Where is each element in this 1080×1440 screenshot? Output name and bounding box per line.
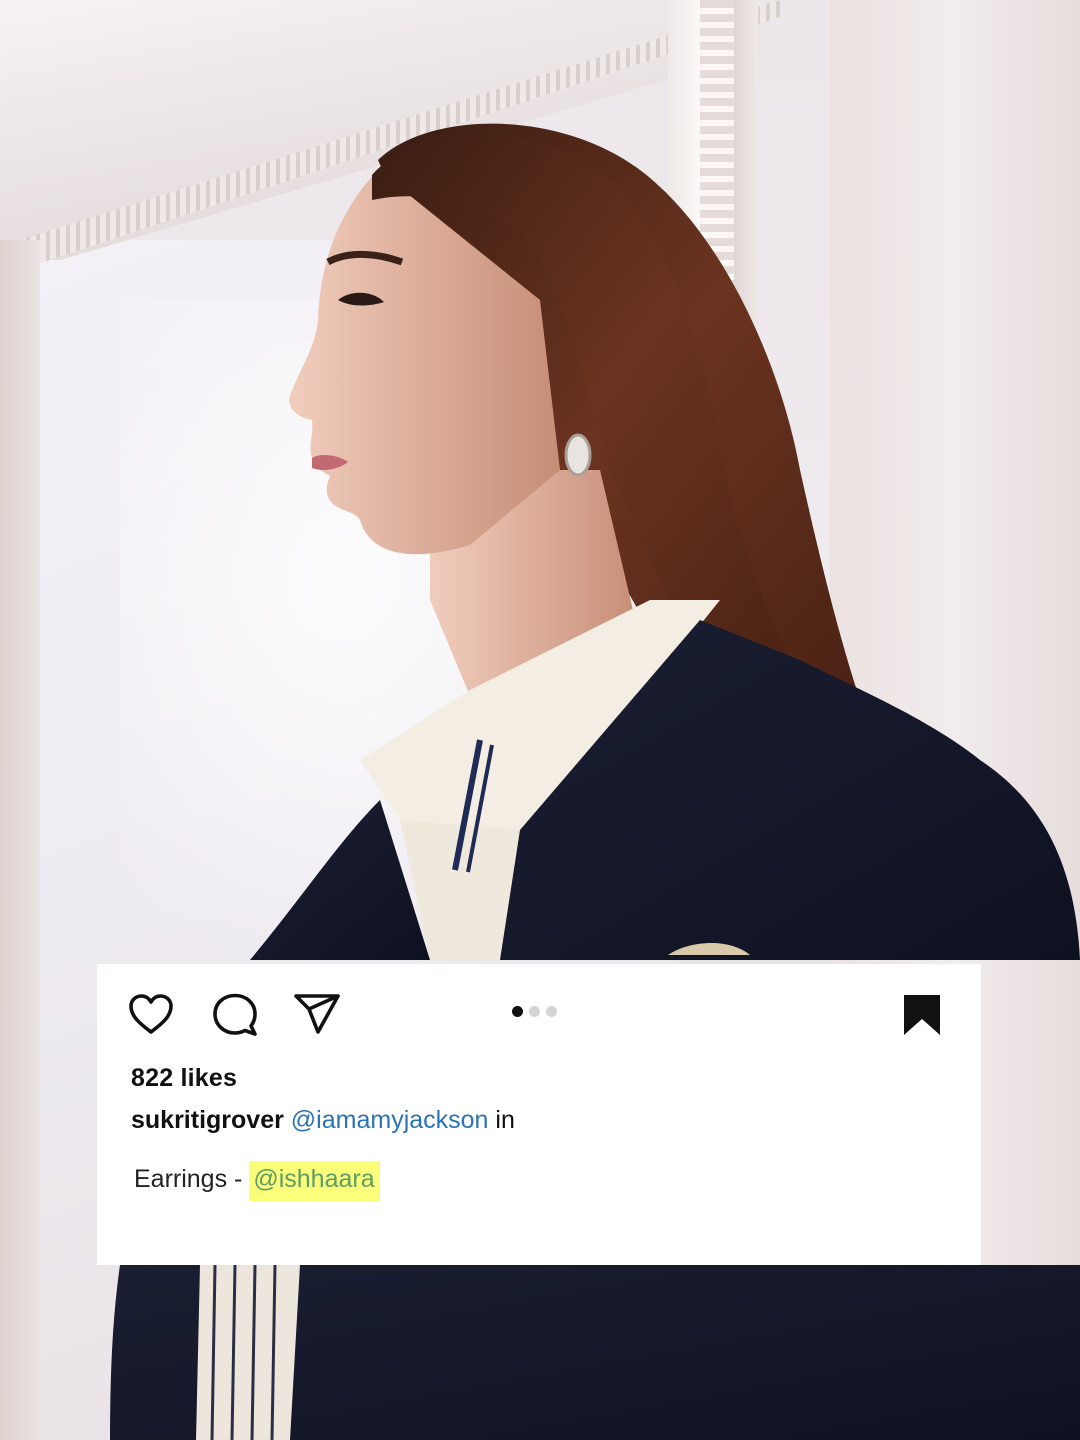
likes-count[interactable]: 822 likes: [131, 1064, 237, 1093]
comment-icon[interactable]: [211, 992, 259, 1038]
earring: [564, 433, 592, 477]
post-caption: sukritigrover @iamamyjackson in: [131, 1106, 515, 1135]
caption-credit-line: Earrings - @ishhaara: [134, 1161, 380, 1201]
send-icon[interactable]: [292, 992, 342, 1036]
caption-text: in: [495, 1106, 515, 1134]
carousel-dot-active: [512, 1005, 523, 1017]
post-username[interactable]: sukritigrover: [131, 1106, 284, 1134]
highlighted-tag-link[interactable]: @ishhaara: [249, 1161, 380, 1201]
carousel-indicator: [512, 1005, 568, 1017]
credit-label: Earrings -: [134, 1165, 243, 1193]
carousel-dot: [546, 1005, 557, 1017]
bookmark-icon[interactable]: [901, 992, 943, 1038]
tagged-user-link[interactable]: @iamamyjackson: [291, 1106, 489, 1134]
carousel-dot: [529, 1005, 540, 1017]
heart-icon[interactable]: [127, 992, 175, 1036]
